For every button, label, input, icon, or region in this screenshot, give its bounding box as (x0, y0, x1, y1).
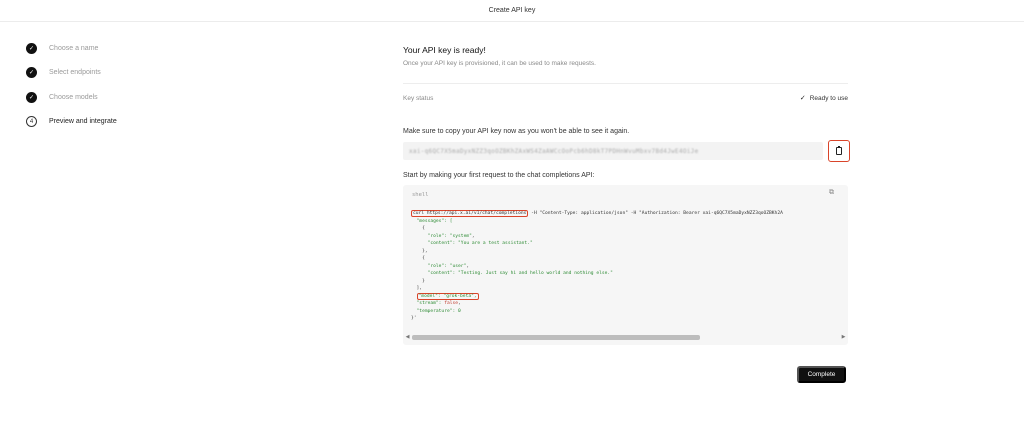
check-circle-icon: ✓ (26, 67, 37, 78)
start-instructions: Start by making your first request to th… (403, 172, 595, 179)
divider (403, 83, 848, 84)
check-circle-icon: ✓ (26, 91, 37, 103)
api-key-value: xai-q6QC7X5maDyxNZZ3qoOZBKhZAxWS4ZaAWCcO… (409, 147, 699, 155)
code-key: "content": (411, 271, 459, 276)
code-line: -H "Content-Type: application/json" -H "… (528, 211, 783, 216)
step-preview-integrate[interactable]: 4 Preview and integrate (26, 116, 117, 128)
page-title: Create API key (488, 7, 536, 14)
step-select-endpoints[interactable]: ✓ Select endpoints (26, 67, 117, 79)
api-key-row: xai-q6QC7X5maDyxNZZ3qoOZBKhZAxWS4ZaAWCcO… (403, 140, 850, 162)
clipboard-icon (836, 146, 842, 155)
scroll-right-icon[interactable]: ▶ (839, 334, 848, 340)
copy-code-icon[interactable]: ⧉ (829, 189, 834, 197)
code-line: "messages": [ (411, 218, 453, 224)
code-string: "user" (449, 263, 467, 269)
curl-url-highlight: curl https://api.x.ai/v1/chat/completion… (411, 210, 529, 217)
ready-title: Your API key is ready! (403, 45, 486, 55)
code-line: }' (411, 316, 417, 321)
step-choose-name[interactable]: ✓ Choose a name (26, 42, 117, 54)
check-icon: ✓ (799, 95, 806, 102)
stepper: ✓ Choose a name ✓ Select endpoints ✓ Cho… (26, 42, 117, 140)
ready-header: Your API key is ready! Once your API key… (403, 45, 848, 67)
step-label: Select endpoints (49, 69, 101, 76)
code-line: { (411, 226, 425, 231)
code-block: shell ⧉ curl https://api.x.ai/v1/chat/co… (403, 185, 848, 345)
code-punct: , (458, 301, 461, 306)
step-choose-models[interactable]: ✓ Choose models (26, 91, 117, 103)
copy-warning: Make sure to copy your API key now as yo… (403, 128, 630, 135)
code-key: "stream": (411, 301, 445, 306)
status-text: Ready to use (809, 94, 848, 102)
key-status-row: Key status ✓ Ready to use (403, 94, 848, 103)
step-label: Choose models (49, 93, 98, 101)
code-line: ], (411, 286, 423, 291)
key-status-value: ✓ Ready to use (799, 94, 848, 103)
code-punct: , (471, 233, 475, 239)
code-string: "You are a test assistant." (458, 241, 533, 246)
code-key: "role": (411, 233, 450, 239)
scroll-track[interactable] (412, 334, 839, 340)
top-bar: Create API key (0, 0, 1024, 22)
code-line: } (411, 278, 425, 284)
key-status-label: Key status (403, 94, 434, 102)
copy-key-button[interactable] (828, 140, 850, 162)
code-line: }, (411, 248, 428, 254)
step-label: Choose a name (49, 44, 99, 52)
scroll-thumb[interactable] (412, 334, 700, 340)
horizontal-scrollbar[interactable]: ◀ ▶ (403, 333, 848, 341)
code-line: "temperature": 0 (411, 308, 461, 314)
code-snippet: curl https://api.x.ai/v1/chat/completion… (411, 210, 783, 323)
code-bool: false (444, 301, 459, 306)
code-key: "role": (411, 263, 450, 269)
code-punct: , (466, 263, 470, 269)
step-label: Preview and integrate (49, 118, 117, 125)
check-circle-icon: ✓ (26, 42, 37, 54)
step-number-badge: 4 (26, 116, 37, 127)
api-key-field[interactable]: xai-q6QC7X5maDyxNZZ3qoOZBKhZAxWS4ZaAWCcO… (403, 142, 823, 160)
code-language-label: shell (412, 192, 429, 198)
model-highlight: "model": "grok-beta", (416, 292, 479, 300)
code-line: { (411, 256, 425, 261)
code-string: "Testing. Just say hi and hello world an… (458, 271, 613, 276)
scroll-left-icon[interactable]: ◀ (403, 334, 412, 340)
code-string: "system" (449, 233, 472, 239)
code-key: "content": (411, 241, 459, 246)
complete-button[interactable]: Complete (797, 366, 846, 383)
ready-subtitle: Once your API key is provisioned, it can… (403, 60, 596, 67)
